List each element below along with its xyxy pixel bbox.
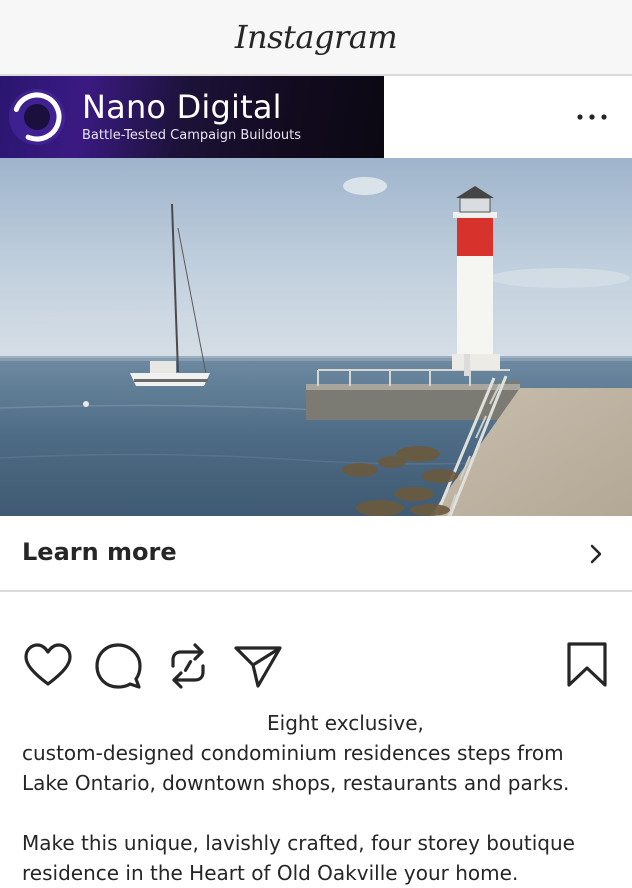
nano-digital-logo-icon (9, 89, 65, 145)
instagram-logo[interactable]: Instagram (0, 18, 632, 56)
caption-line: Make this unique, lavishly crafted, four… (22, 831, 575, 855)
more-options-icon[interactable] (572, 104, 612, 130)
like-button[interactable] (22, 640, 74, 692)
caption-line: Eight exclusive, (267, 711, 424, 735)
caption-line: custom-designed condominium residences s… (22, 741, 564, 765)
bookmark-icon (567, 642, 607, 687)
caption-line: residence in the Heart of Old Oakville y… (22, 861, 519, 885)
app-top-bar: Instagram (0, 0, 632, 76)
post-action-bar (0, 640, 632, 690)
caption-line: Lake Ontario, downtown shops, restaurant… (22, 771, 570, 795)
learn-more-button[interactable]: Learn more (0, 516, 632, 592)
post-caption: Eight exclusive, custom-designed condomi… (22, 708, 622, 888)
lighthouse-harbor-photo (0, 158, 632, 516)
chevron-right-icon (590, 544, 602, 564)
lighthouse (452, 186, 500, 370)
comment-button[interactable] (92, 640, 144, 692)
repost-arrows-icon (171, 643, 205, 689)
save-button[interactable] (562, 640, 614, 692)
cta-label: Learn more (22, 538, 177, 566)
account-name: Nano Digital (82, 88, 282, 126)
repost-button[interactable] (162, 640, 214, 692)
share-button[interactable] (232, 640, 284, 692)
heart-icon (24, 643, 72, 686)
comment-bubble-icon (95, 643, 142, 689)
account-banner[interactable]: Nano Digital Battle-Tested Campaign Buil… (0, 76, 384, 158)
post-header: Nano Digital Battle-Tested Campaign Buil… (0, 76, 632, 158)
account-tagline: Battle-Tested Campaign Buildouts (82, 128, 302, 143)
post-media-image[interactable] (0, 158, 632, 516)
paper-plane-icon (234, 646, 282, 688)
